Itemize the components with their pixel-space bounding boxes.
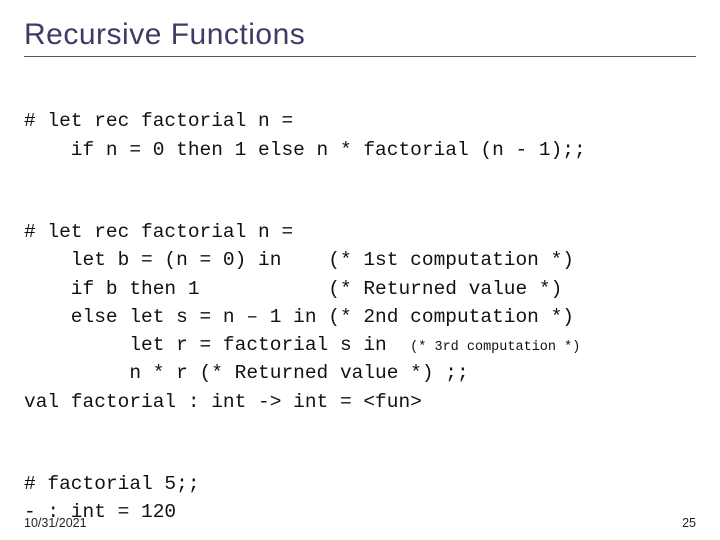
page-title: Recursive Functions (24, 18, 696, 52)
slide: Recursive Functions # let rec factorial … (0, 0, 720, 540)
footer-page-number: 25 (682, 516, 696, 530)
code-line: let r = factorial s in (24, 334, 410, 356)
code-line: else let s = n – 1 in (* 2nd computation… (24, 306, 574, 328)
code-line: n * r (* Returned value *) ;; (24, 362, 469, 384)
footer-date: 10/31/2021 (24, 516, 87, 530)
code-block-2: # let rec factorial n = let b = (n = 0) … (24, 190, 696, 416)
code-line: let b = (n = 0) in (* 1st computation *) (24, 249, 574, 271)
code-line: val factorial : int -> int = <fun> (24, 391, 422, 413)
code-line: # factorial 5;; (24, 473, 200, 495)
code-comment-small: (* 3rd computation *) (410, 340, 580, 355)
title-rule (24, 56, 696, 57)
footer: 10/31/2021 25 (24, 516, 696, 530)
code-line: if b then 1 (* Returned value *) (24, 278, 562, 300)
code-line: # let rec factorial n = (24, 221, 293, 243)
code-line: if n = 0 then 1 else n * factorial (n - … (24, 139, 586, 161)
code-line: # let rec factorial n = (24, 110, 293, 132)
code-block-3: # factorial 5;; - : int = 120 (24, 442, 696, 527)
code-block-1: # let rec factorial n = if n = 0 then 1 … (24, 79, 696, 164)
